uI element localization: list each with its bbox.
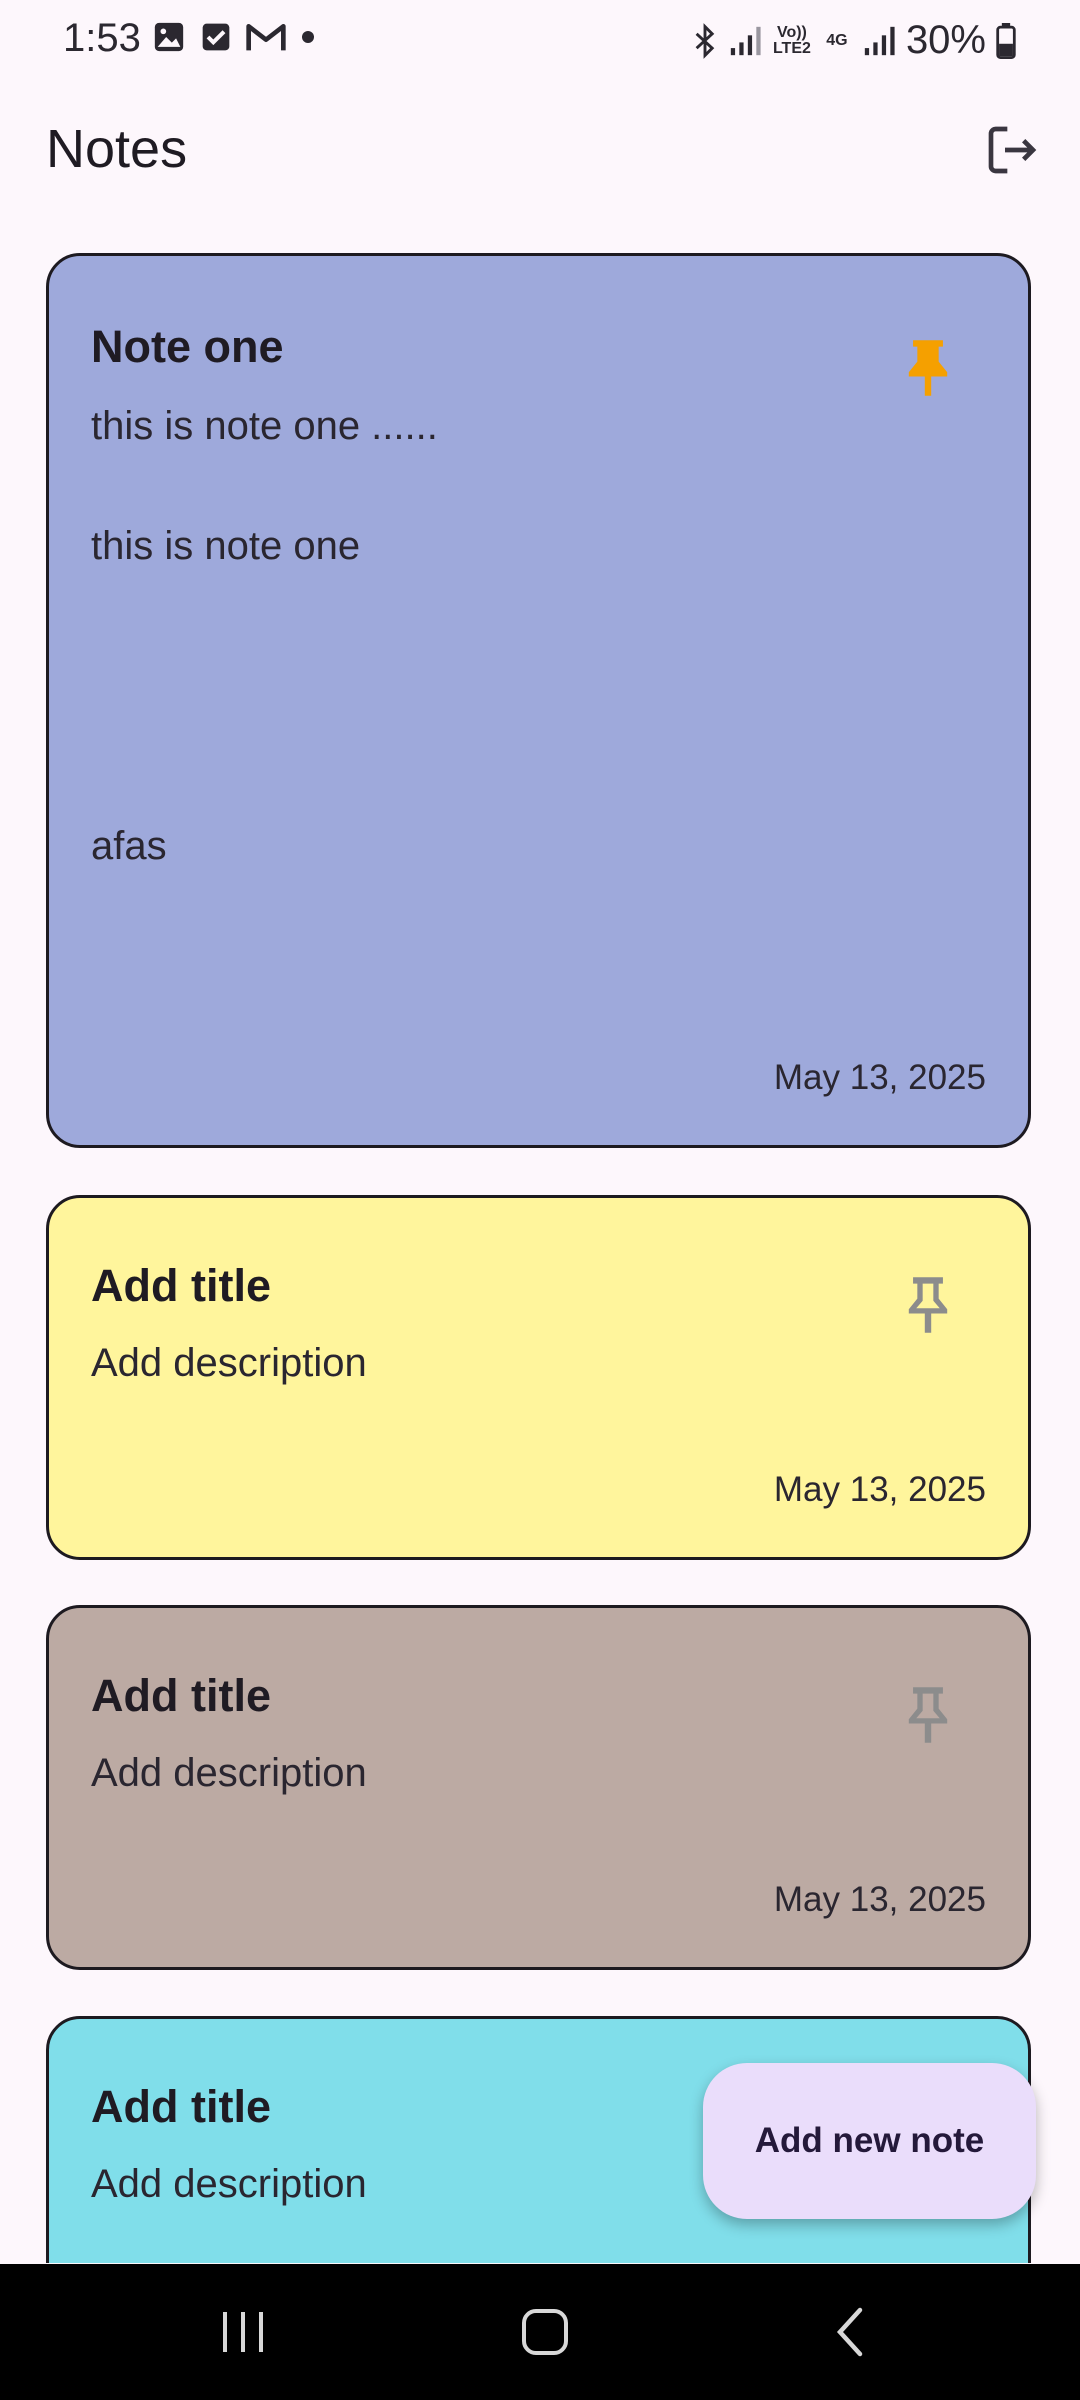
checkbox-icon [202, 23, 230, 51]
add-note-button[interactable]: Add new note [703, 2063, 1036, 2219]
note-title: Add title [91, 2081, 271, 2132]
pin-icon[interactable] [902, 336, 954, 400]
gmail-icon [246, 24, 286, 51]
pin-icon[interactable] [902, 1683, 954, 1747]
note-description: this is note one ...... this is note one… [91, 396, 438, 876]
note-description: Add description [91, 1743, 367, 1803]
home-button[interactable] [495, 2294, 595, 2370]
back-button[interactable] [800, 2294, 900, 2370]
description-line [91, 636, 438, 696]
pin-icon[interactable] [902, 1273, 954, 1337]
note-description: Add description [91, 2154, 367, 2214]
battery-icon [996, 22, 1016, 59]
logout-button[interactable] [980, 118, 1044, 182]
description-line: Add description [91, 2162, 367, 2206]
note-date: May 13, 2025 [773, 1880, 986, 1919]
note-title: Note one [91, 321, 284, 372]
note-card[interactable]: Add title Add description May 13, 2025 [46, 1605, 1031, 1970]
system-icons: Vo)) LTE2 4G 30% [692, 18, 1016, 63]
description-line: Add description [91, 1341, 367, 1385]
dot-icon [302, 31, 314, 43]
notification-icons [152, 20, 316, 54]
description-line [91, 696, 438, 756]
bluetooth-icon [695, 22, 715, 59]
description-line: afas [91, 824, 167, 868]
description-line: this is note one [91, 524, 361, 568]
page-title: Notes [46, 119, 188, 179]
signal-icon [730, 26, 761, 55]
description-line: this is note one ...... [91, 404, 438, 448]
volte-indicator: Vo)) LTE2 [772, 23, 811, 57]
description-line [91, 456, 438, 516]
network-indicator: 4G [826, 31, 848, 49]
note-description: Add description [91, 1333, 367, 1393]
navigation-bar [0, 2264, 1080, 2400]
note-title: Add title [91, 1670, 271, 1721]
status-bar: 1:53 Vo)) LTE2 4G 30% [0, 0, 1080, 80]
signal-icon [864, 26, 895, 55]
recents-button[interactable] [193, 2294, 293, 2370]
note-date: May 13, 2025 [773, 1470, 986, 1509]
note-card[interactable]: Note one this is note one ...... this is… [46, 253, 1031, 1148]
recents-icon [223, 2312, 263, 2352]
image-icon [154, 22, 184, 52]
battery-percent: 30% [905, 18, 986, 62]
note-card[interactable]: Add title Add description May 13, 2025 [46, 1195, 1031, 1560]
status-time: 1:53 [63, 16, 141, 60]
notes-list[interactable]: Note one this is note one ...... this is… [46, 253, 1035, 2263]
description-line: Add description [91, 1751, 367, 1795]
description-line [91, 756, 438, 816]
note-date: May 13, 2025 [773, 1058, 986, 1097]
note-title: Add title [91, 1260, 271, 1311]
logout-icon [988, 126, 1037, 174]
back-icon [836, 2307, 863, 2357]
home-icon [522, 2309, 568, 2355]
description-line [91, 576, 438, 636]
